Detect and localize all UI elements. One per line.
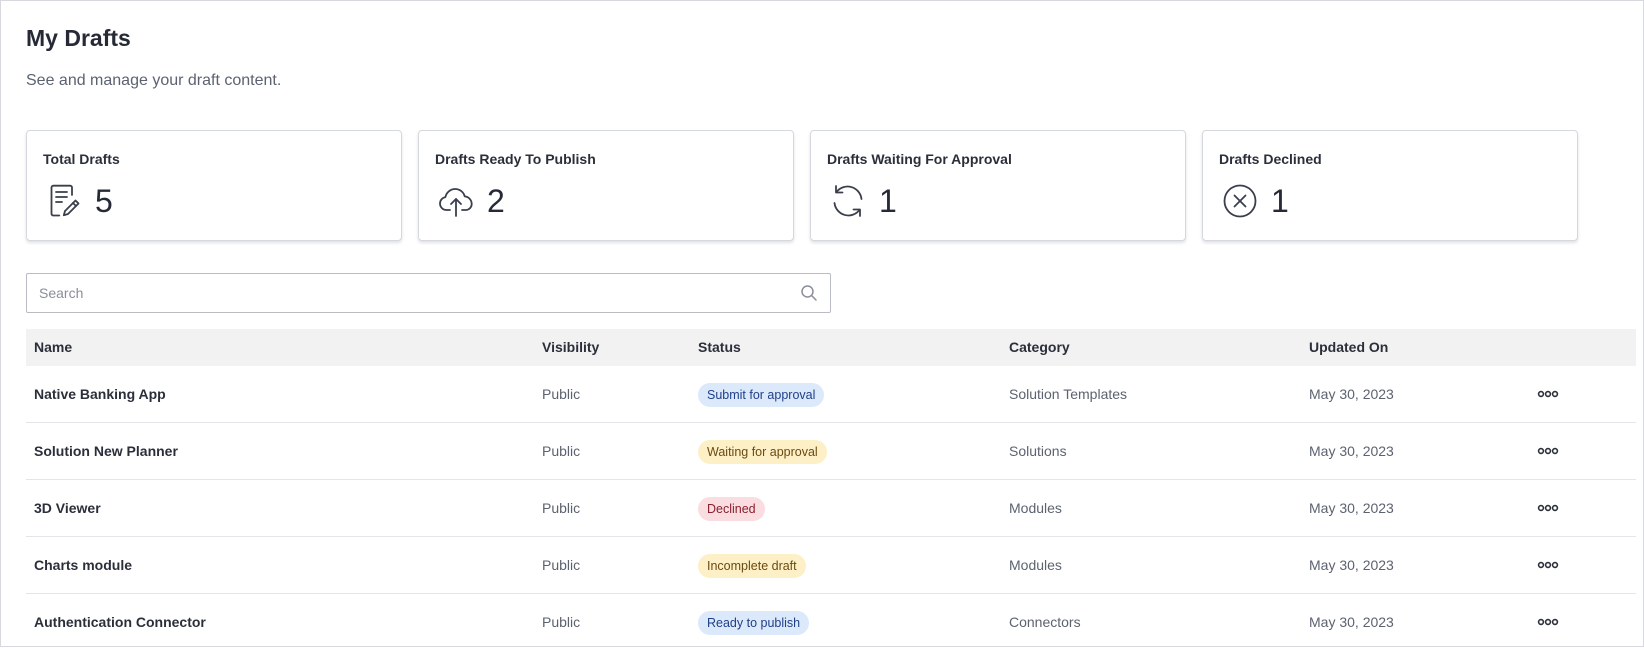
status-badge: Waiting for approval <box>698 440 827 465</box>
draft-category: Solutions <box>1009 443 1067 459</box>
draft-visibility: Public <box>542 386 581 402</box>
table-row[interactable]: Authentication Connector Public Ready to… <box>26 594 1636 651</box>
column-header-updated-on[interactable]: Updated On <box>1309 329 1388 366</box>
search-box <box>26 273 831 313</box>
column-header-status[interactable]: Status <box>698 329 741 366</box>
draft-status: Incomplete draft <box>698 537 806 593</box>
table-row[interactable]: Native Banking App Public Submit for app… <box>26 366 1636 423</box>
column-header-visibility[interactable]: Visibility <box>542 329 599 366</box>
search-input[interactable] <box>39 274 779 312</box>
page-title: My Drafts <box>26 25 131 51</box>
draft-status: Waiting for approval <box>698 423 827 479</box>
draft-visibility: Public <box>542 500 581 516</box>
draft-category: Connectors <box>1009 614 1081 630</box>
stat-label: Drafts Declined <box>1219 151 1322 167</box>
stat-label: Drafts Waiting For Approval <box>827 151 1012 167</box>
stat-card-total-drafts: Total Drafts 5 <box>26 130 402 241</box>
more-options-icon[interactable] <box>1536 498 1560 518</box>
more-options-icon[interactable] <box>1536 441 1560 461</box>
app-frame: My Drafts See and manage your draft cont… <box>0 0 1644 647</box>
page-subtitle: See and manage your draft content. <box>26 72 282 89</box>
draft-updated-on: May 30, 2023 <box>1309 614 1394 630</box>
draft-visibility: Public <box>542 443 581 459</box>
draft-category: Modules <box>1009 557 1062 573</box>
table-row[interactable]: Charts module Public Incomplete draft Mo… <box>26 537 1636 594</box>
draft-document-icon <box>45 182 83 220</box>
draft-category: Modules <box>1009 500 1062 516</box>
draft-name[interactable]: Charts module <box>34 537 132 593</box>
status-badge: Submit for approval <box>698 383 825 408</box>
draft-updated-on: May 30, 2023 <box>1309 386 1394 402</box>
stats-cards: Total Drafts 5 Drafts Ready To Publish 2… <box>26 130 1636 241</box>
column-header-category[interactable]: Category <box>1009 329 1070 366</box>
draft-name[interactable]: Solution New Planner <box>34 423 178 479</box>
table-row[interactable]: Solution New Planner Public Waiting for … <box>26 423 1636 480</box>
status-badge: Declined <box>698 497 765 522</box>
draft-updated-on: May 30, 2023 <box>1309 500 1394 516</box>
search-icon[interactable] <box>800 284 818 302</box>
draft-visibility: Public <box>542 557 581 573</box>
stat-count: 1 <box>879 183 897 219</box>
table-row[interactable]: 3D Viewer Public Declined Modules May 30… <box>26 480 1636 537</box>
more-options-icon[interactable] <box>1536 384 1560 404</box>
draft-status: Submit for approval <box>698 366 825 422</box>
my-drafts-page: My Drafts See and manage your draft cont… <box>26 21 1636 636</box>
draft-name[interactable]: Authentication Connector <box>34 594 206 650</box>
drafts-table: Name Visibility Status Category Updated … <box>26 329 1636 651</box>
draft-category: Solution Templates <box>1009 386 1128 402</box>
more-options-icon[interactable] <box>1536 612 1560 632</box>
draft-status: Declined <box>698 480 765 536</box>
stat-card-waiting-for-approval: Drafts Waiting For Approval 1 <box>810 130 1186 241</box>
cloud-upload-icon <box>437 182 475 220</box>
draft-visibility: Public <box>542 614 581 630</box>
stat-card-ready-to-publish: Drafts Ready To Publish 2 <box>418 130 794 241</box>
stat-count: 5 <box>95 183 113 219</box>
draft-name[interactable]: 3D Viewer <box>34 480 101 536</box>
draft-updated-on: May 30, 2023 <box>1309 557 1394 573</box>
draft-status: Ready to publish <box>698 594 810 650</box>
stat-card-declined: Drafts Declined 1 <box>1202 130 1578 241</box>
status-badge: Ready to publish <box>698 611 810 636</box>
stat-count: 2 <box>487 183 505 219</box>
column-header-name[interactable]: Name <box>34 329 72 366</box>
table-header: Name Visibility Status Category Updated … <box>26 329 1636 366</box>
stat-count: 1 <box>1271 183 1289 219</box>
more-options-icon[interactable] <box>1536 555 1560 575</box>
stat-label: Total Drafts <box>43 151 120 167</box>
circle-x-icon <box>1221 182 1259 220</box>
stat-label: Drafts Ready To Publish <box>435 151 596 167</box>
draft-updated-on: May 30, 2023 <box>1309 443 1394 459</box>
refresh-icon <box>829 182 867 220</box>
draft-name[interactable]: Native Banking App <box>34 366 166 422</box>
status-badge: Incomplete draft <box>698 554 806 579</box>
